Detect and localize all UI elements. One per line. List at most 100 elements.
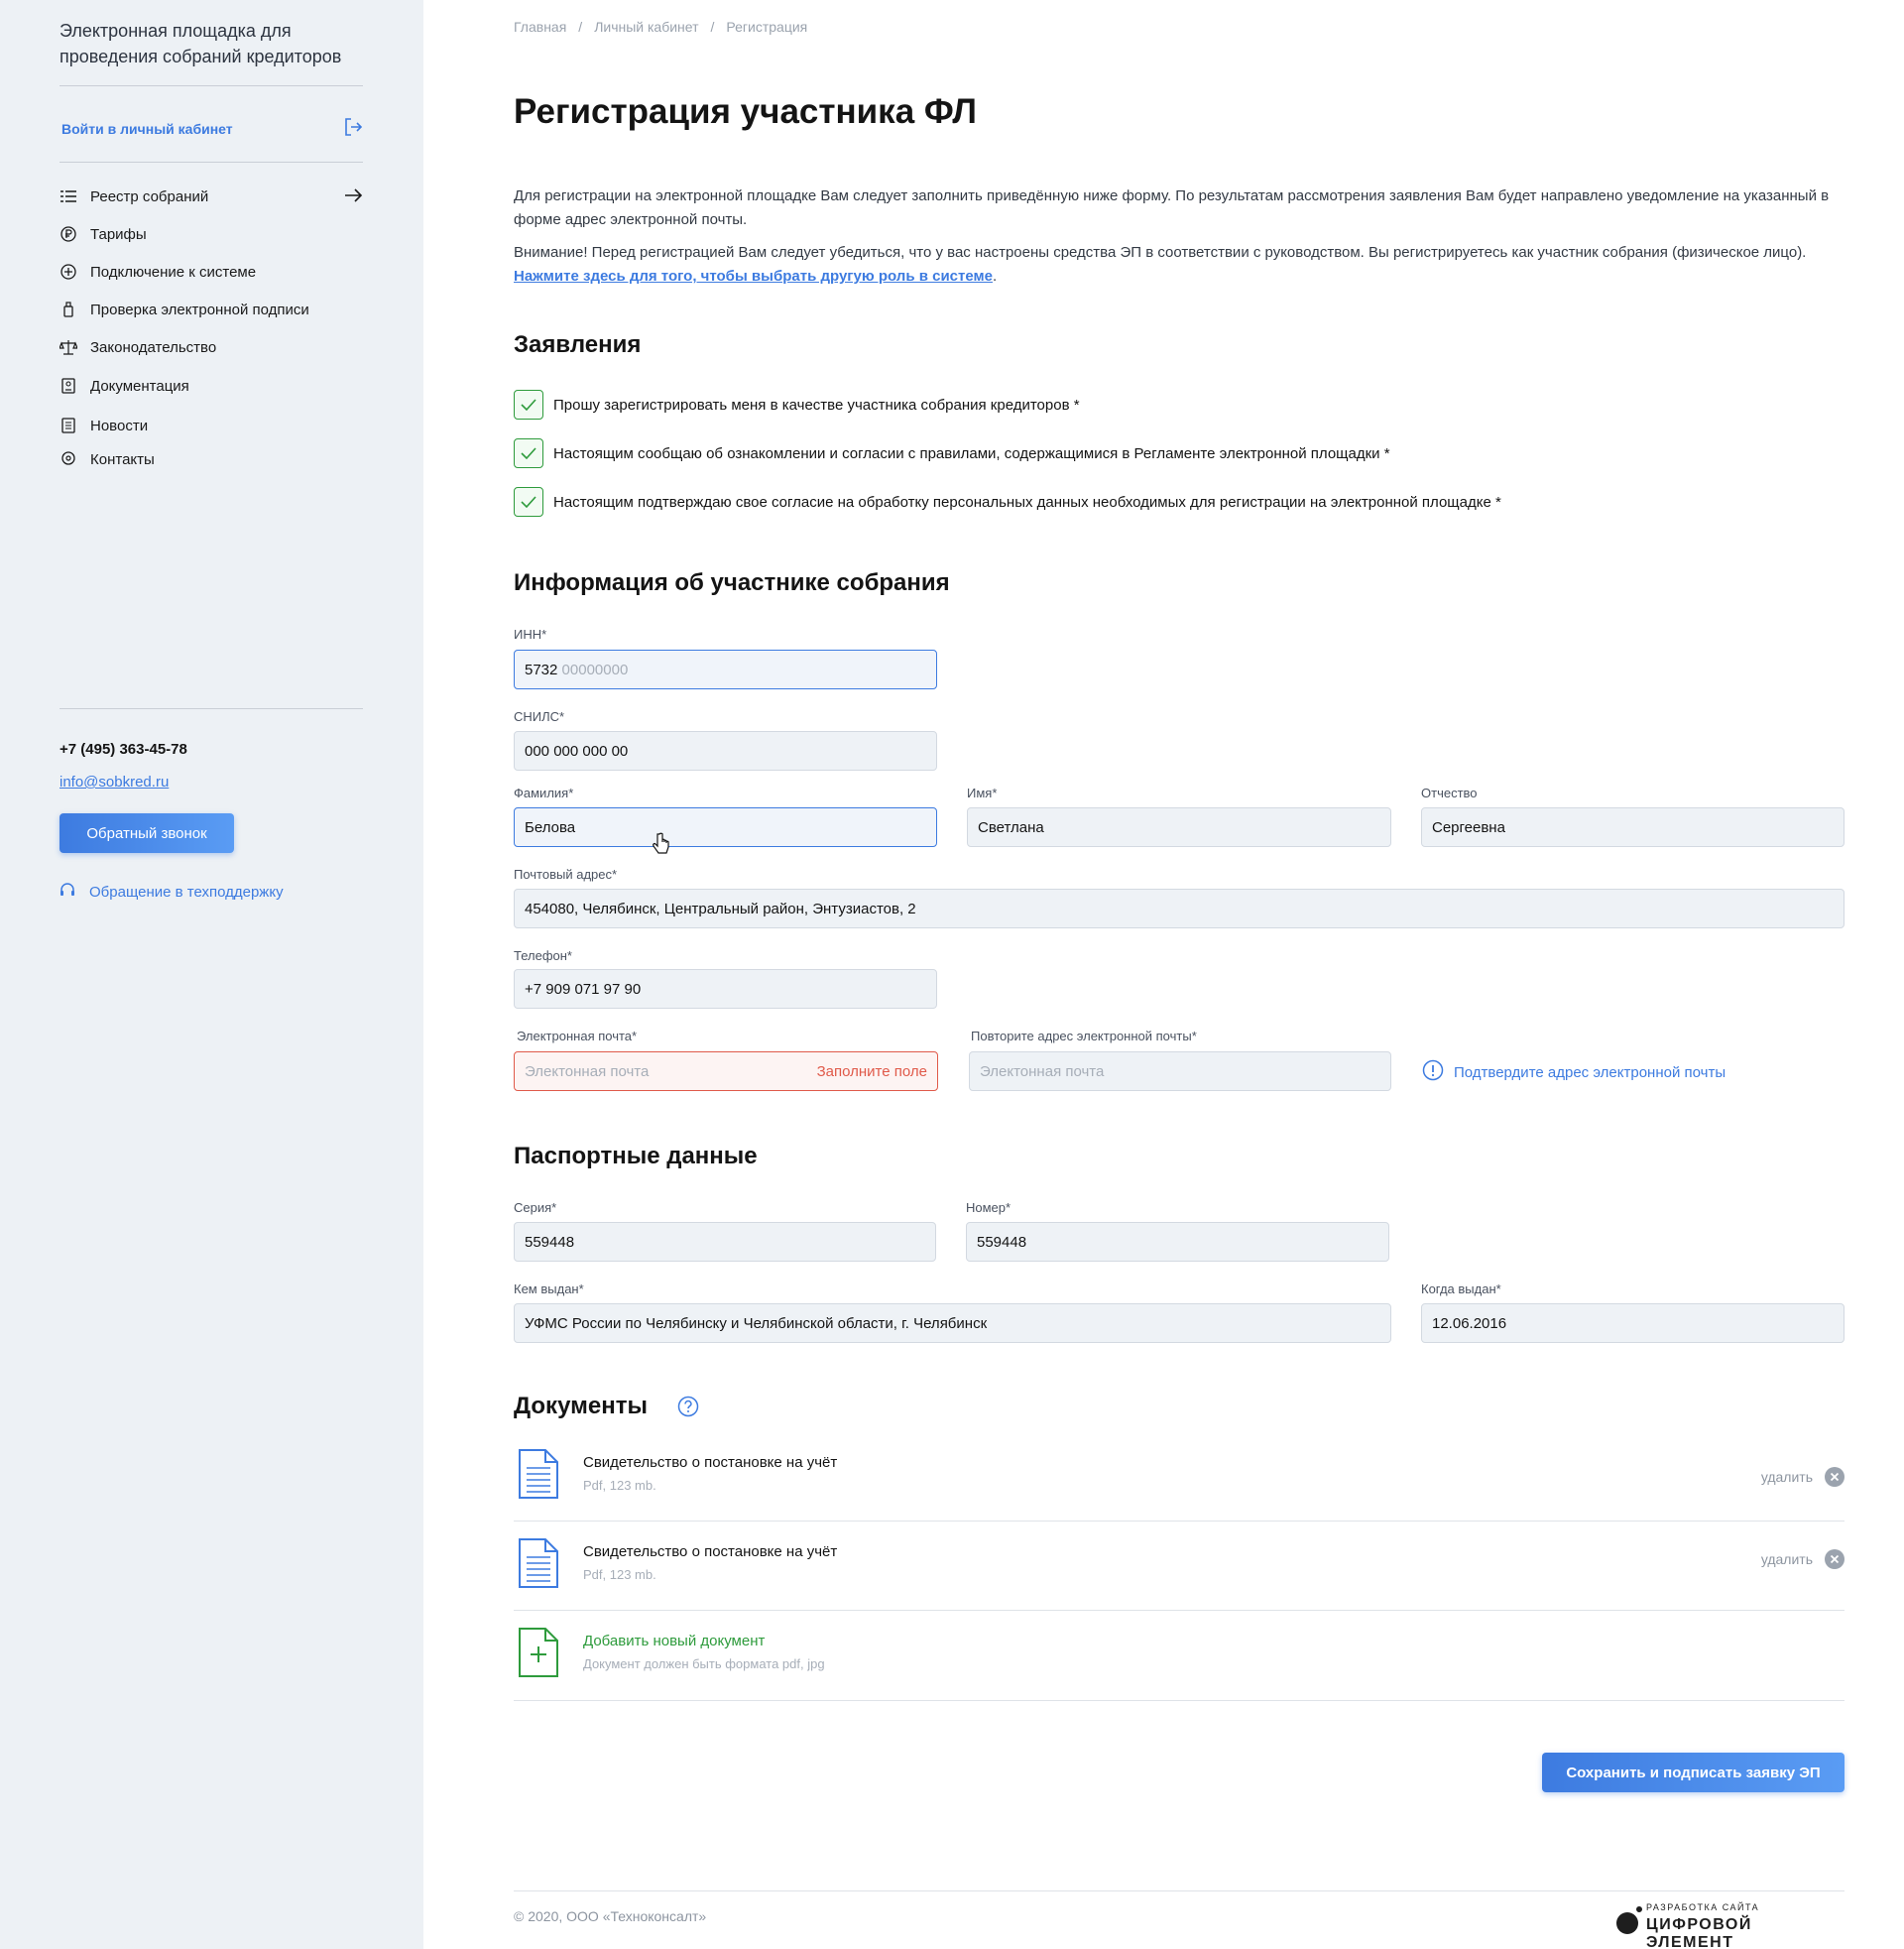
breadcrumb-home[interactable]: Главная: [514, 19, 566, 35]
add-file-icon: [518, 1627, 559, 1683]
support-link[interactable]: Обращение в техподдержку: [60, 882, 284, 903]
issued-date-input[interactable]: 12.06.2016: [1421, 1303, 1844, 1343]
divider: [60, 85, 363, 86]
email-placeholder: Элeктонная почта: [525, 1062, 650, 1080]
close-circle-icon: [1825, 1549, 1844, 1569]
nav-label: Законодательство: [90, 338, 217, 356]
inn-input[interactable]: 5732 00000000: [514, 650, 937, 689]
number-label: Номер*: [966, 1200, 1012, 1215]
hand-cursor-icon: [652, 832, 669, 861]
nav-label: Новости: [90, 417, 149, 434]
breadcrumb-separator: /: [578, 19, 583, 35]
nav-item-tariffs[interactable]: Тарифы: [60, 222, 363, 246]
issued-by-label: Кем выдан*: [514, 1281, 584, 1296]
address-value: 454080, Челябинск, Центральный район, Эн…: [525, 900, 916, 917]
location-pin-icon: [60, 450, 77, 468]
checkbox[interactable]: [514, 438, 543, 468]
confirm-email-link[interactable]: Подтвердите адрес электронной почты: [1422, 1059, 1726, 1086]
developer-name: ЦИФРОВОЙ ЭЛЕМЕНТ: [1646, 1916, 1752, 1949]
nav-label: Подключение к системе: [90, 263, 257, 281]
statement-checkbox-2[interactable]: Настоящим сообщаю об ознакомлении и согл…: [514, 438, 1390, 468]
number-input[interactable]: 559448: [966, 1222, 1389, 1262]
close-circle-icon: [1825, 1467, 1844, 1487]
email-error-message: Заполните поле: [816, 1063, 927, 1080]
patronymic-input[interactable]: Сергеевна: [1421, 807, 1844, 847]
name-value: Светлана: [978, 818, 1044, 836]
sidebar: Электронная площадка для проведения собр…: [0, 0, 423, 1949]
document-row: Свидетельство о постановке на учёт Pdf, …: [514, 1522, 1844, 1611]
delete-document-button[interactable]: удалить: [1761, 1549, 1844, 1569]
nav-item-legislation[interactable]: Законодательство: [60, 335, 363, 359]
issued-by-value: УФМС России по Челябинску и Челябинской …: [525, 1314, 988, 1332]
address-label: Почтовый адрес*: [514, 867, 618, 882]
copyright: © 2020, ООО «Техноконсалт»: [514, 1908, 707, 1924]
checkbox[interactable]: [514, 487, 543, 517]
document-name: Свидетельство о постановке на учёт: [583, 1543, 838, 1560]
surname-input[interactable]: Белова: [514, 807, 937, 847]
login-link[interactable]: Войти в личный кабинет: [61, 117, 363, 141]
nav-item-documentation[interactable]: Документация: [60, 374, 363, 398]
nav-item-contacts[interactable]: Контакты: [60, 447, 363, 471]
surname-label: Фамилия*: [514, 786, 574, 800]
add-document-button[interactable]: Добавить новый документ Документ должен …: [514, 1611, 1844, 1701]
passport-heading: Паспортные данные: [514, 1143, 758, 1169]
choose-role-link[interactable]: Нажмите здесь для того, чтобы выбрать др…: [514, 268, 993, 285]
document-file-icon: [518, 1448, 559, 1505]
nav-item-registry[interactable]: Реестр собраний: [60, 184, 363, 208]
page-title: Регистрация участника ФЛ: [514, 92, 977, 131]
breadcrumb-cabinet[interactable]: Личный кабинет: [594, 19, 698, 35]
statements-heading: Заявления: [514, 331, 642, 358]
snils-input[interactable]: 000 000 000 00: [514, 731, 937, 771]
issued-by-input[interactable]: УФМС России по Челябинску и Челябинской …: [514, 1303, 1391, 1343]
list-icon: [60, 187, 77, 205]
statement-label: Настоящим сообщаю об ознакомлении и согл…: [553, 444, 1390, 462]
login-label: Войти в личный кабинет: [61, 121, 233, 137]
name-input[interactable]: Светлана: [967, 807, 1391, 847]
patronymic-value: Сергеевна: [1432, 818, 1505, 836]
divider: [60, 162, 363, 163]
email-label: Электронная почта*: [517, 1029, 638, 1043]
phone-input[interactable]: +7 909 071 97 90: [514, 969, 937, 1009]
add-document-label: Добавить новый документ: [583, 1633, 766, 1649]
participant-heading: Информация об участнике собрания: [514, 569, 950, 596]
help-question-icon[interactable]: [677, 1396, 699, 1422]
email-input[interactable]: Элeктонная почта Заполните поле: [514, 1051, 938, 1091]
statement-checkbox-3[interactable]: Настоящим подтверждаю свое согласие на о…: [514, 487, 1501, 517]
logo-mark: [1616, 1912, 1638, 1934]
address-input[interactable]: 454080, Челябинск, Центральный район, Эн…: [514, 889, 1844, 928]
delete-label: удалить: [1760, 1469, 1813, 1485]
contact-email-link[interactable]: info@sobkred.ru: [60, 774, 169, 791]
breadcrumb-separator: /: [710, 19, 715, 35]
usb-token-icon: [60, 301, 77, 318]
issued-date-label: Когда выдан*: [1421, 1281, 1501, 1296]
intro-warning: Внимание! Перед регистрацией Вам следует…: [514, 241, 1844, 289]
checkmark-icon: [521, 447, 536, 459]
save-and-sign-button[interactable]: Сохранить и подписать заявку ЭП: [1542, 1753, 1844, 1792]
checkbox[interactable]: [514, 390, 543, 420]
logo-mark-dot: [1636, 1906, 1642, 1912]
arrow-right-icon: [345, 187, 363, 208]
divider: [60, 708, 363, 709]
callback-button[interactable]: Обратный звонок: [60, 813, 234, 853]
site-title: Электронная площадка для проведения собр…: [60, 21, 342, 66]
logout-arrow-icon: [343, 117, 363, 142]
nav-label: Контакты: [90, 450, 155, 468]
breadcrumb: Главная / Личный кабинет / Регистрация: [514, 19, 807, 35]
contact-phone[interactable]: +7 (495) 363-45-78: [60, 741, 187, 758]
statement-checkbox-1[interactable]: Прошу зарегистрировать меня в качестве у…: [514, 390, 1080, 420]
nav-item-connection[interactable]: Подключение к системе: [60, 260, 363, 284]
document-meta: Pdf, 123 mb.: [583, 1478, 656, 1493]
intro-text: Для регистрации на электронной площадке …: [514, 184, 1844, 298]
nav-item-signature-check[interactable]: Проверка электронной подписи: [60, 298, 363, 321]
warning-text: Внимание! Перед регистрацией Вам следует…: [514, 244, 1807, 261]
series-input[interactable]: 559448: [514, 1222, 936, 1262]
number-value: 559448: [977, 1233, 1027, 1251]
document-name: Свидетельство о постановке на учёт: [583, 1454, 838, 1471]
delete-document-button[interactable]: удалить: [1761, 1467, 1844, 1487]
nav-item-news[interactable]: Новости: [60, 414, 363, 437]
phone-value: +7 909 071 97 90: [525, 980, 642, 998]
snils-label: СНИЛС*: [514, 709, 565, 724]
developer-logo[interactable]: РАЗРАБОТКА САЙТА ЦИФРОВОЙ ЭЛЕМЕНТ: [1616, 1902, 1844, 1949]
add-document-hint: Документ должен быть формата pdf, jpg: [583, 1656, 825, 1671]
email-repeat-input[interactable]: Элeктонная почта: [969, 1051, 1391, 1091]
